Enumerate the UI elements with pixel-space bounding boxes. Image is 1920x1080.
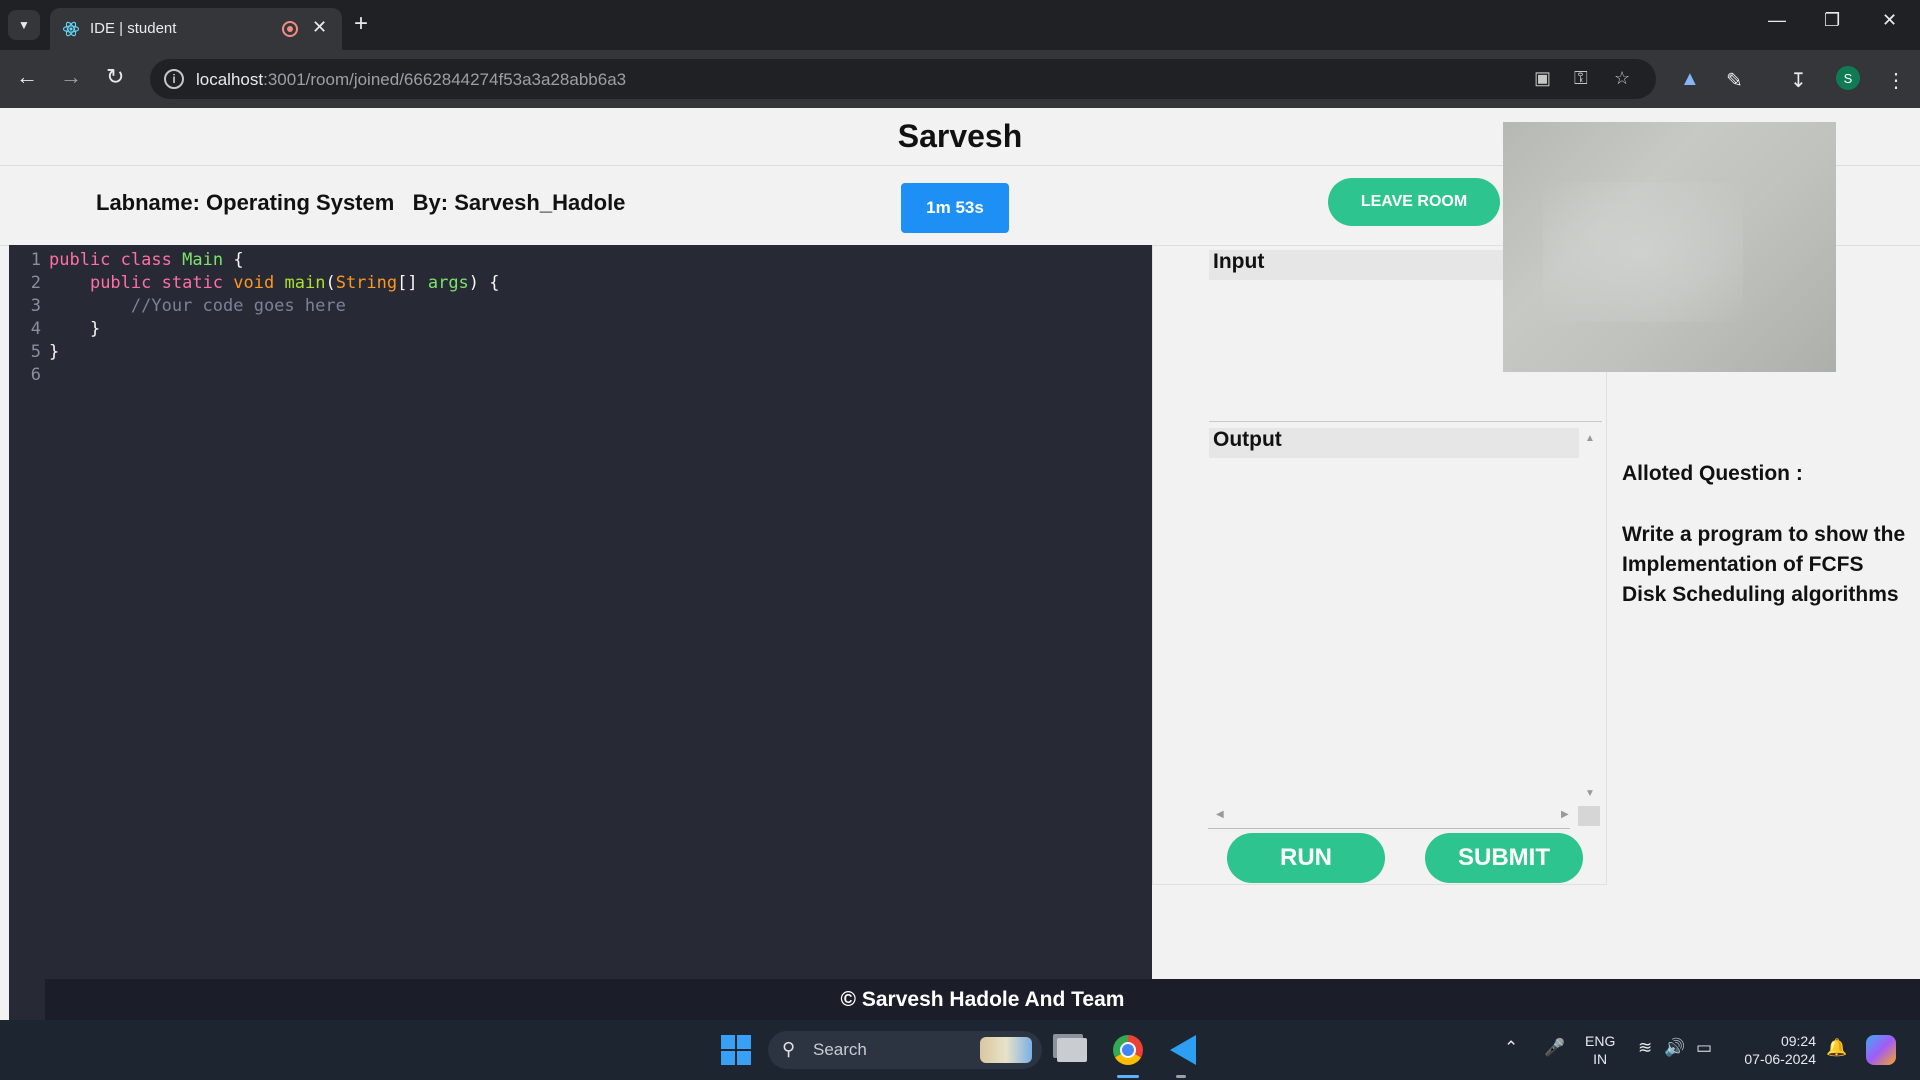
search-highlight-image	[980, 1037, 1032, 1063]
language-indicator[interactable]: ENG IN	[1585, 1032, 1615, 1068]
wifi-icon[interactable]: ≋	[1638, 1038, 1652, 1058]
puzzle-icon[interactable]: ✎	[1726, 68, 1743, 93]
address-bar[interactable]: i localhost:3001/room/joined/6662844274f…	[150, 59, 1656, 99]
battery-icon[interactable]: ▭	[1696, 1038, 1712, 1058]
react-logo-icon	[62, 21, 80, 37]
horizontal-scrollbar[interactable]	[1208, 815, 1570, 829]
bookmark-star-icon[interactable]: ☆	[1614, 68, 1630, 89]
tab-title: IDE | student	[90, 20, 177, 37]
search-icon: ⚲	[782, 1039, 796, 1059]
output-area[interactable]	[1209, 460, 1579, 808]
code-line: 6	[30, 365, 41, 385]
run-button[interactable]: RUN	[1227, 833, 1385, 883]
download-icon[interactable]: ↧	[1790, 68, 1807, 93]
tab-search-chevron-down-icon[interactable]: ▼	[8, 10, 40, 40]
browser-tab-bar: ▼ IDE | student ✕ + — ❐ ✕	[0, 0, 1920, 50]
recording-indicator-icon	[282, 21, 298, 37]
notification-bell-icon[interactable]: 🔔	[1826, 1038, 1847, 1058]
restore-icon[interactable]: ❐	[1824, 10, 1840, 31]
labname-text: Labname: Operating System	[96, 190, 395, 215]
leave-room-button[interactable]: LEAVE ROOM	[1328, 178, 1500, 226]
scroll-right-arrow-icon[interactable]: ▶	[1561, 809, 1569, 820]
volume-icon[interactable]: 🔊	[1664, 1038, 1685, 1058]
key-icon[interactable]: ⚿	[1574, 68, 1588, 89]
timer-badge: 1m 53s	[901, 183, 1009, 233]
input-label: Input	[1209, 250, 1504, 280]
taskbar-search[interactable]: ⚲ Search	[768, 1031, 1042, 1069]
minimize-icon[interactable]: —	[1768, 10, 1786, 31]
taskbar: ⚲ Search ⌃ 🎤 ENG IN ≋ 🔊 ▭ 09:24 07-06-2024…	[0, 1020, 1920, 1080]
code-line: 3 //Your code goes here	[30, 296, 346, 316]
vscode-icon[interactable]	[1165, 1032, 1201, 1068]
window-close-icon[interactable]: ✕	[1882, 10, 1897, 31]
extension-icon[interactable]: ▲	[1680, 68, 1700, 91]
reload-icon[interactable]: ↻	[106, 64, 124, 90]
chrome-icon[interactable]	[1110, 1032, 1146, 1068]
output-label: Output	[1209, 428, 1579, 458]
back-arrow-icon[interactable]: ←	[16, 64, 38, 90]
scroll-left-arrow-icon[interactable]: ◀	[1216, 809, 1224, 820]
scroll-down-arrow-icon[interactable]: ▼	[1585, 788, 1595, 799]
scroll-up-arrow-icon[interactable]: ▲	[1585, 433, 1595, 444]
profile-avatar[interactable]: S	[1836, 66, 1860, 90]
submit-button[interactable]: SUBMIT	[1425, 833, 1583, 883]
footer: © Sarvesh Hadole And Team	[45, 979, 1920, 1020]
webcam-preview	[1503, 122, 1836, 372]
site-info-icon[interactable]: i	[164, 69, 184, 89]
tab-close-icon[interactable]: ✕	[312, 17, 327, 38]
browser-tab[interactable]: IDE | student ✕	[50, 8, 342, 50]
lab-info: Labname: Operating System By: Sarvesh_Ha…	[96, 190, 625, 216]
new-tab-plus-icon[interactable]: +	[354, 10, 368, 38]
question-heading: Alloted Question :	[1622, 462, 1803, 485]
open-app-indicator	[1176, 1075, 1186, 1078]
question-text: Write a program to show the Implementati…	[1622, 523, 1906, 606]
code-line: 4 }	[30, 319, 101, 339]
windows-start-icon[interactable]	[721, 1035, 751, 1065]
forward-arrow-icon[interactable]: →	[60, 64, 82, 90]
browser-toolbar: ← → ↻ i localhost:3001/room/joined/66628…	[0, 50, 1920, 108]
search-label: Search	[813, 1040, 867, 1059]
scrollbar-corner	[1578, 806, 1600, 826]
copilot-icon[interactable]	[1866, 1035, 1896, 1065]
code-line: 5}	[30, 342, 60, 362]
code-line: 1 public class Main {	[30, 250, 244, 270]
clock[interactable]: 09:24 07-06-2024	[1736, 1032, 1816, 1068]
camera-icon[interactable]: ▣	[1534, 68, 1551, 89]
code-editor[interactable]: 1 public class Main { 2 public static voi…	[9, 245, 1152, 1022]
page: Sarvesh Labname: Operating System By: Sa…	[0, 108, 1920, 1022]
active-app-indicator	[1117, 1075, 1139, 1078]
microphone-icon[interactable]: 🎤	[1544, 1038, 1565, 1058]
show-hidden-icons-chevron-up-icon[interactable]: ⌃	[1504, 1038, 1518, 1058]
code-line: 2 public static void main(String[] args)…	[30, 273, 500, 293]
kebab-menu-icon[interactable]: ⋮	[1886, 68, 1906, 93]
author-text: By: Sarvesh_Hadole	[412, 190, 626, 215]
url-text[interactable]: localhost:3001/room/joined/6662844274f53…	[196, 70, 626, 90]
file-explorer-icon[interactable]	[1054, 1032, 1090, 1068]
